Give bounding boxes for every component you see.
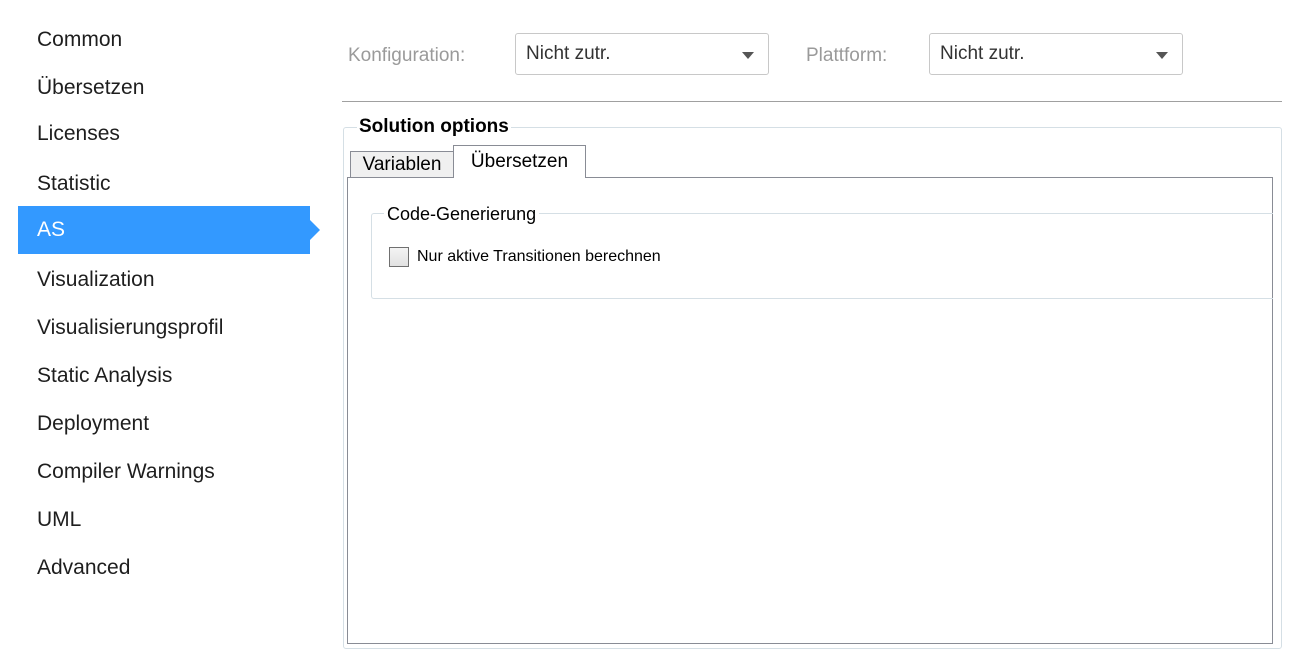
sidebar-item-as[interactable]: AS [18,206,320,254]
sidebar-item-label: UML [37,508,82,531]
sidebar-item-label: Visualization [37,268,155,291]
toolbar-separator [342,101,1282,102]
sidebar-item-label: Common [37,28,123,51]
sidebar-item-label: Advanced [37,556,131,579]
sidebar-item-label: Static Analysis [37,364,173,387]
tab-label: Übersetzen [470,151,569,172]
configuration-dropdown[interactable]: Nicht zutr. [515,33,769,75]
sidebar-item-label: AS [37,218,66,241]
sidebar-item-uebersetzen[interactable]: Übersetzen [18,64,310,112]
solution-options-title: Solution options [357,116,511,138]
sidebar-item-label: Übersetzen [37,76,145,99]
active-transitions-label[interactable]: Nur aktive Transitionen berechnen [417,248,661,266]
platform-dropdown[interactable]: Nicht zutr. [929,33,1183,75]
sidebar-item-statistic[interactable]: Statistic [18,160,310,208]
sidebar-item-label: Deployment [37,412,150,435]
sidebar-item-visualisierungsprofil[interactable]: Visualisierungsprofil [18,304,310,352]
tab-label: Variablen [362,153,442,175]
sidebar-item-visualization[interactable]: Visualization [18,256,310,304]
sidebar-item-uml[interactable]: UML [18,496,310,544]
sidebar-item-label: Licenses [37,122,120,145]
chevron-down-icon [1156,52,1168,59]
sidebar-item-label: Statistic [37,172,111,195]
sidebar-item-licenses[interactable]: Licenses [18,110,310,158]
sidebar-item-advanced[interactable]: Advanced [18,544,310,592]
sidebar-item-label: Visualisierungsprofil [37,316,224,339]
code-generation-title: Code-Generierung [384,204,540,225]
options-page: Common Übersetzen Licenses Statistic AS … [0,0,1292,653]
sidebar-item-label: Compiler Warnings [37,460,215,483]
sidebar: Common Übersetzen Licenses Statistic AS … [0,0,330,653]
sidebar-item-deployment[interactable]: Deployment [18,400,310,448]
sidebar-item-static-analysis[interactable]: Static Analysis [18,352,310,400]
configuration-value: Nicht zutr. [526,43,611,64]
chevron-down-icon [742,52,754,59]
configuration-label: Konfiguration: [348,45,466,66]
sidebar-item-common[interactable]: Common [18,16,310,64]
sidebar-item-compiler-warnings[interactable]: Compiler Warnings [18,448,310,496]
platform-label: Plattform: [806,45,888,66]
tab-variablen[interactable]: Variablen [350,151,454,178]
active-transitions-checkbox[interactable] [389,247,409,267]
tab-uebersetzen[interactable]: Übersetzen [453,145,586,178]
platform-value: Nicht zutr. [940,43,1025,64]
